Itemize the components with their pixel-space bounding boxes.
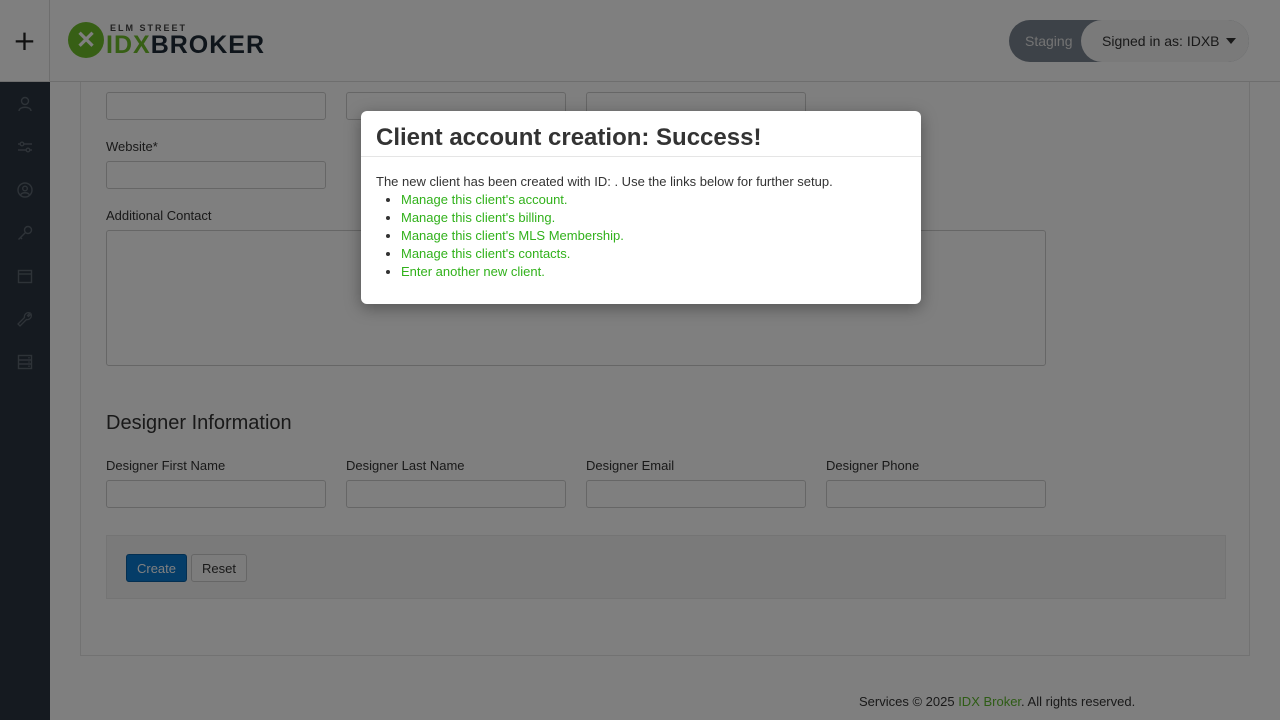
list-item: Manage this client's MLS Membership.	[401, 227, 906, 245]
manage-mls-membership-link[interactable]: Manage this client's MLS Membership.	[401, 228, 624, 243]
list-item: Enter another new client.	[401, 263, 906, 281]
modal-backdrop[interactable]	[0, 0, 1280, 720]
setup-links-list: Manage this client's account. Manage thi…	[401, 191, 906, 281]
success-modal: Client account creation: Success! The ne…	[361, 111, 921, 304]
list-item: Manage this client's billing.	[401, 209, 906, 227]
manage-account-link[interactable]: Manage this client's account.	[401, 192, 568, 207]
list-item: Manage this client's contacts.	[401, 245, 906, 263]
modal-body: The new client has been created with ID:…	[361, 157, 921, 281]
list-item: Manage this client's account.	[401, 191, 906, 209]
new-client-link[interactable]: Enter another new client.	[401, 264, 545, 279]
manage-contacts-link[interactable]: Manage this client's contacts.	[401, 246, 570, 261]
modal-header: Client account creation: Success!	[361, 111, 921, 157]
modal-message: The new client has been created with ID:…	[376, 174, 833, 189]
manage-billing-link[interactable]: Manage this client's billing.	[401, 210, 555, 225]
modal-title: Client account creation: Success!	[376, 124, 762, 151]
